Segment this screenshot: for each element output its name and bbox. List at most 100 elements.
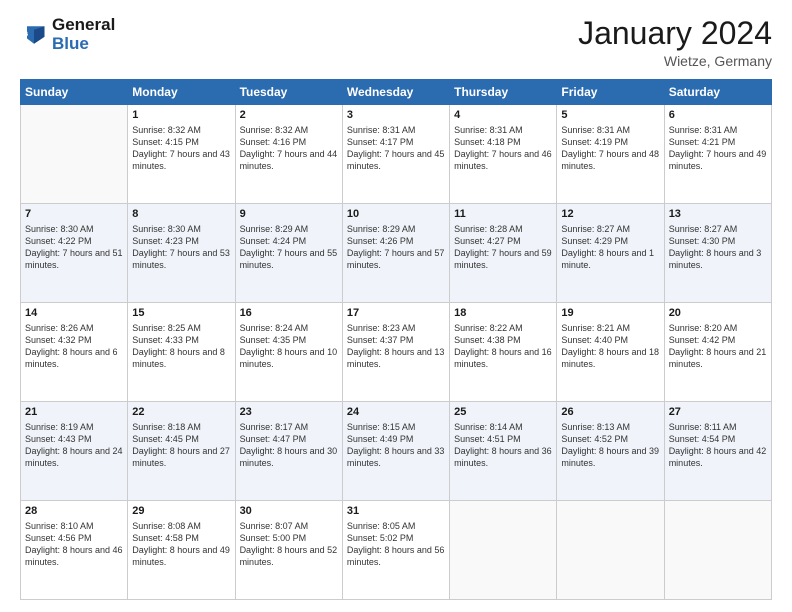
calendar-cell: 3Sunrise: 8:31 AMSunset: 4:17 PMDaylight… bbox=[342, 105, 449, 204]
day-number: 17 bbox=[347, 306, 445, 321]
sunrise-text: Sunrise: 8:22 AM bbox=[454, 322, 552, 334]
calendar-cell: 14Sunrise: 8:26 AMSunset: 4:32 PMDayligh… bbox=[21, 303, 128, 402]
sunset-text: Sunset: 4:26 PM bbox=[347, 235, 445, 247]
calendar-cell: 21Sunrise: 8:19 AMSunset: 4:43 PMDayligh… bbox=[21, 402, 128, 501]
week-row-3: 14Sunrise: 8:26 AMSunset: 4:32 PMDayligh… bbox=[21, 303, 772, 402]
calendar-cell: 22Sunrise: 8:18 AMSunset: 4:45 PMDayligh… bbox=[128, 402, 235, 501]
day-number: 27 bbox=[669, 405, 767, 420]
sunset-text: Sunset: 4:38 PM bbox=[454, 334, 552, 346]
calendar-cell: 26Sunrise: 8:13 AMSunset: 4:52 PMDayligh… bbox=[557, 402, 664, 501]
calendar-cell: 23Sunrise: 8:17 AMSunset: 4:47 PMDayligh… bbox=[235, 402, 342, 501]
calendar-cell: 12Sunrise: 8:27 AMSunset: 4:29 PMDayligh… bbox=[557, 204, 664, 303]
day-number: 25 bbox=[454, 405, 552, 420]
day-number: 20 bbox=[669, 306, 767, 321]
day-number: 26 bbox=[561, 405, 659, 420]
sunrise-text: Sunrise: 8:18 AM bbox=[132, 421, 230, 433]
sunset-text: Sunset: 4:52 PM bbox=[561, 433, 659, 445]
svg-text:G: G bbox=[24, 31, 29, 38]
day-number: 5 bbox=[561, 108, 659, 123]
day-number: 24 bbox=[347, 405, 445, 420]
sunrise-text: Sunrise: 8:30 AM bbox=[132, 223, 230, 235]
calendar-cell: 19Sunrise: 8:21 AMSunset: 4:40 PMDayligh… bbox=[557, 303, 664, 402]
calendar-cell bbox=[664, 501, 771, 600]
logo: G General Blue bbox=[20, 16, 115, 53]
day-number: 4 bbox=[454, 108, 552, 123]
sunrise-text: Sunrise: 8:23 AM bbox=[347, 322, 445, 334]
sunrise-text: Sunrise: 8:31 AM bbox=[561, 124, 659, 136]
calendar-cell: 9Sunrise: 8:29 AMSunset: 4:24 PMDaylight… bbox=[235, 204, 342, 303]
daylight-text: Daylight: 8 hours and 49 minutes. bbox=[132, 544, 230, 568]
daylight-text: Daylight: 7 hours and 51 minutes. bbox=[25, 247, 123, 271]
daylight-text: Daylight: 8 hours and 6 minutes. bbox=[25, 346, 123, 370]
day-number: 13 bbox=[669, 207, 767, 222]
day-number: 14 bbox=[25, 306, 123, 321]
title-block: January 2024 Wietze, Germany bbox=[578, 16, 772, 69]
day-number: 3 bbox=[347, 108, 445, 123]
sunrise-text: Sunrise: 8:07 AM bbox=[240, 520, 338, 532]
sunset-text: Sunset: 4:43 PM bbox=[25, 433, 123, 445]
day-number: 18 bbox=[454, 306, 552, 321]
daylight-text: Daylight: 8 hours and 18 minutes. bbox=[561, 346, 659, 370]
calendar-cell bbox=[21, 105, 128, 204]
sunrise-text: Sunrise: 8:17 AM bbox=[240, 421, 338, 433]
daylight-text: Daylight: 8 hours and 8 minutes. bbox=[132, 346, 230, 370]
sunset-text: Sunset: 4:16 PM bbox=[240, 136, 338, 148]
sunrise-text: Sunrise: 8:27 AM bbox=[669, 223, 767, 235]
calendar-cell: 2Sunrise: 8:32 AMSunset: 4:16 PMDaylight… bbox=[235, 105, 342, 204]
day-number: 8 bbox=[132, 207, 230, 222]
weekday-tuesday: Tuesday bbox=[235, 80, 342, 105]
sunrise-text: Sunrise: 8:28 AM bbox=[454, 223, 552, 235]
weekday-wednesday: Wednesday bbox=[342, 80, 449, 105]
sunset-text: Sunset: 4:56 PM bbox=[25, 532, 123, 544]
calendar-cell: 25Sunrise: 8:14 AMSunset: 4:51 PMDayligh… bbox=[450, 402, 557, 501]
daylight-text: Daylight: 7 hours and 48 minutes. bbox=[561, 148, 659, 172]
daylight-text: Daylight: 8 hours and 46 minutes. bbox=[25, 544, 123, 568]
daylight-text: Daylight: 7 hours and 49 minutes. bbox=[669, 148, 767, 172]
day-number: 7 bbox=[25, 207, 123, 222]
calendar-cell: 5Sunrise: 8:31 AMSunset: 4:19 PMDaylight… bbox=[557, 105, 664, 204]
sunset-text: Sunset: 4:29 PM bbox=[561, 235, 659, 247]
day-number: 6 bbox=[669, 108, 767, 123]
sunset-text: Sunset: 4:21 PM bbox=[669, 136, 767, 148]
weekday-monday: Monday bbox=[128, 80, 235, 105]
calendar-cell: 29Sunrise: 8:08 AMSunset: 4:58 PMDayligh… bbox=[128, 501, 235, 600]
sunset-text: Sunset: 4:49 PM bbox=[347, 433, 445, 445]
day-number: 28 bbox=[25, 504, 123, 519]
sunset-text: Sunset: 4:40 PM bbox=[561, 334, 659, 346]
sunset-text: Sunset: 4:51 PM bbox=[454, 433, 552, 445]
calendar-cell: 8Sunrise: 8:30 AMSunset: 4:23 PMDaylight… bbox=[128, 204, 235, 303]
daylight-text: Daylight: 8 hours and 56 minutes. bbox=[347, 544, 445, 568]
sunset-text: Sunset: 4:18 PM bbox=[454, 136, 552, 148]
daylight-text: Daylight: 8 hours and 36 minutes. bbox=[454, 445, 552, 469]
weekday-sunday: Sunday bbox=[21, 80, 128, 105]
calendar-cell: 17Sunrise: 8:23 AMSunset: 4:37 PMDayligh… bbox=[342, 303, 449, 402]
daylight-text: Daylight: 8 hours and 16 minutes. bbox=[454, 346, 552, 370]
day-number: 21 bbox=[25, 405, 123, 420]
sunset-text: Sunset: 4:32 PM bbox=[25, 334, 123, 346]
calendar-cell: 15Sunrise: 8:25 AMSunset: 4:33 PMDayligh… bbox=[128, 303, 235, 402]
daylight-text: Daylight: 7 hours and 55 minutes. bbox=[240, 247, 338, 271]
sunrise-text: Sunrise: 8:31 AM bbox=[347, 124, 445, 136]
sunrise-text: Sunrise: 8:29 AM bbox=[347, 223, 445, 235]
calendar-cell: 18Sunrise: 8:22 AMSunset: 4:38 PMDayligh… bbox=[450, 303, 557, 402]
day-number: 23 bbox=[240, 405, 338, 420]
daylight-text: Daylight: 7 hours and 53 minutes. bbox=[132, 247, 230, 271]
sunrise-text: Sunrise: 8:30 AM bbox=[25, 223, 123, 235]
day-number: 30 bbox=[240, 504, 338, 519]
daylight-text: Daylight: 8 hours and 13 minutes. bbox=[347, 346, 445, 370]
sunset-text: Sunset: 4:45 PM bbox=[132, 433, 230, 445]
sunrise-text: Sunrise: 8:26 AM bbox=[25, 322, 123, 334]
daylight-text: Daylight: 8 hours and 39 minutes. bbox=[561, 445, 659, 469]
weekday-thursday: Thursday bbox=[450, 80, 557, 105]
calendar-cell: 6Sunrise: 8:31 AMSunset: 4:21 PMDaylight… bbox=[664, 105, 771, 204]
day-number: 31 bbox=[347, 504, 445, 519]
sunrise-text: Sunrise: 8:21 AM bbox=[561, 322, 659, 334]
calendar-cell: 20Sunrise: 8:20 AMSunset: 4:42 PMDayligh… bbox=[664, 303, 771, 402]
daylight-text: Daylight: 7 hours and 57 minutes. bbox=[347, 247, 445, 271]
day-number: 22 bbox=[132, 405, 230, 420]
day-number: 1 bbox=[132, 108, 230, 123]
sunrise-text: Sunrise: 8:05 AM bbox=[347, 520, 445, 532]
header: G General Blue January 2024 Wietze, Germ… bbox=[20, 16, 772, 69]
sunrise-text: Sunrise: 8:15 AM bbox=[347, 421, 445, 433]
daylight-text: Daylight: 8 hours and 10 minutes. bbox=[240, 346, 338, 370]
